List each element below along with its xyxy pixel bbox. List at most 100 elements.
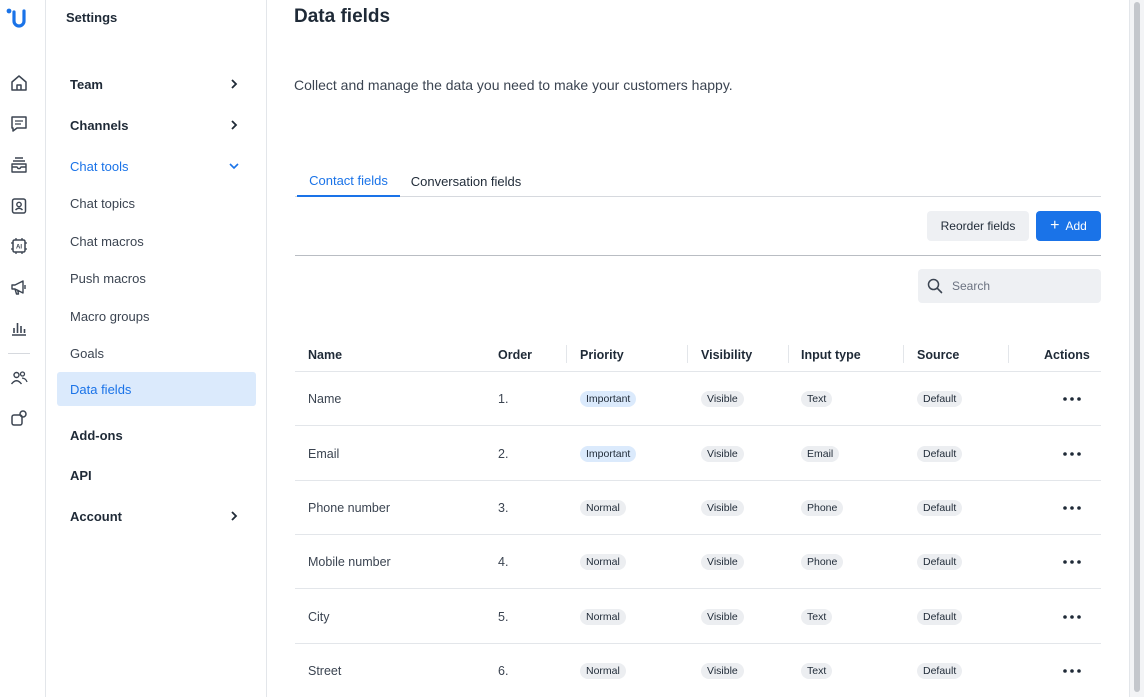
visibility-badge: Visible bbox=[701, 553, 744, 571]
table-row[interactable]: Email 2. Important Visible Email Default bbox=[295, 427, 1101, 481]
column-separator bbox=[687, 345, 688, 363]
nav-item-team[interactable]: Team bbox=[57, 67, 256, 101]
table-row[interactable]: Street 6. Normal Visible Text Default bbox=[295, 644, 1101, 697]
contacts-icon[interactable] bbox=[9, 196, 29, 216]
input-type-badge: Text bbox=[801, 390, 833, 408]
column-header-actions: Actions bbox=[1044, 348, 1090, 362]
toolbar-divider bbox=[295, 255, 1101, 256]
page-title: Data fields bbox=[294, 6, 391, 27]
vertical-scrollbar[interactable] bbox=[1129, 0, 1144, 697]
table-row[interactable]: City 5. Normal Visible Text Default bbox=[295, 590, 1101, 644]
svg-text:AI: AI bbox=[16, 245, 22, 251]
source-badge: Default bbox=[917, 608, 963, 626]
table-row[interactable]: Phone number 3. Normal Visible Phone Def… bbox=[295, 481, 1101, 535]
nav-item-push-macros[interactable]: Push macros bbox=[57, 261, 256, 295]
cell-name: Phone number bbox=[308, 501, 391, 515]
nav-item-account[interactable]: Account bbox=[57, 499, 256, 533]
source-badge: Default bbox=[917, 445, 963, 463]
column-header-source[interactable]: Source bbox=[917, 340, 959, 370]
reports-icon[interactable] bbox=[9, 318, 29, 338]
nav-item-label: Chat tools bbox=[70, 158, 129, 174]
column-header-input-type[interactable]: Input type bbox=[801, 340, 861, 370]
cell-order: 4. bbox=[498, 555, 509, 569]
cell-order: 1. bbox=[498, 392, 509, 406]
settings-title: Settings bbox=[66, 10, 118, 25]
nav-item-label: Channels bbox=[70, 117, 129, 133]
more-actions-icon[interactable] bbox=[1062, 535, 1082, 589]
table-row[interactable]: Name 1. Important Visible Text Default bbox=[295, 372, 1101, 426]
home-icon[interactable] bbox=[9, 73, 29, 93]
add-button[interactable]: + Add bbox=[1036, 211, 1101, 241]
nav-item-label: Macro groups bbox=[70, 308, 150, 324]
nav-item-label: Chat topics bbox=[70, 195, 136, 211]
main-content: Data fields Collect and manage the data … bbox=[267, 0, 1129, 697]
column-header-priority[interactable]: Priority bbox=[580, 340, 624, 370]
nav-item-chat-topics[interactable]: Chat topics bbox=[57, 186, 256, 220]
nav-item-label: API bbox=[70, 467, 92, 483]
ai-icon[interactable]: AI bbox=[9, 236, 29, 256]
nav-item-chat-tools[interactable]: Chat tools bbox=[57, 149, 256, 183]
cell-name: Street bbox=[308, 664, 342, 678]
chevron-right-icon bbox=[231, 79, 238, 89]
nav-item-goals[interactable]: Goals bbox=[57, 336, 256, 370]
more-actions-icon[interactable] bbox=[1062, 372, 1082, 426]
nav-item-api[interactable]: API bbox=[57, 458, 256, 492]
column-header-order[interactable]: Order bbox=[498, 340, 532, 370]
nav-item-label: Add-ons bbox=[70, 427, 123, 443]
input-type-badge: Phone bbox=[801, 553, 844, 571]
more-actions-icon[interactable] bbox=[1062, 427, 1082, 481]
reorder-fields-button[interactable]: Reorder fields bbox=[927, 211, 1029, 241]
tab-conversation-fields[interactable]: Conversation fields bbox=[405, 166, 527, 197]
column-header-visibility[interactable]: Visibility bbox=[701, 340, 752, 370]
nav-item-label: Team bbox=[70, 76, 103, 92]
table-header: Name Order Priority Visibility Input typ… bbox=[295, 340, 1101, 372]
search-input[interactable] bbox=[952, 279, 1092, 293]
tab-contact-fields[interactable]: Contact fields bbox=[297, 166, 400, 197]
nav-item-channels[interactable]: Channels bbox=[57, 108, 256, 142]
search-box[interactable] bbox=[918, 269, 1101, 303]
nav-item-label: Goals bbox=[70, 345, 104, 361]
app-logo-icon[interactable] bbox=[5, 6, 31, 32]
inbox-icon[interactable] bbox=[9, 155, 29, 175]
priority-badge: Normal bbox=[580, 499, 626, 517]
search-icon bbox=[927, 278, 943, 294]
settings-nav: Settings Team Channels Chat tools Chat t… bbox=[46, 0, 267, 697]
column-separator bbox=[903, 345, 904, 363]
icon-rail: AI bbox=[0, 0, 46, 697]
nav-item-add-ons[interactable]: Add-ons bbox=[57, 418, 256, 452]
more-actions-icon[interactable] bbox=[1062, 590, 1082, 644]
cell-name: Name bbox=[308, 392, 342, 406]
campaigns-icon[interactable] bbox=[9, 277, 29, 297]
nav-item-macro-groups[interactable]: Macro groups bbox=[57, 299, 256, 333]
chevron-right-icon bbox=[231, 120, 238, 130]
nav-item-data-fields[interactable]: Data fields bbox=[57, 372, 256, 406]
scrollbar-thumb[interactable] bbox=[1134, 2, 1140, 692]
cell-name: Email bbox=[308, 447, 340, 461]
integrations-icon[interactable] bbox=[9, 408, 29, 428]
source-badge: Default bbox=[917, 390, 963, 408]
column-separator bbox=[788, 345, 789, 363]
cell-order: 3. bbox=[498, 501, 509, 515]
visibility-badge: Visible bbox=[701, 608, 744, 626]
team-icon[interactable] bbox=[9, 368, 29, 388]
source-badge: Default bbox=[917, 662, 963, 680]
table-row[interactable]: Mobile number 4. Normal Visible Phone De… bbox=[295, 535, 1101, 589]
priority-badge: Important bbox=[580, 445, 637, 463]
cell-order: 6. bbox=[498, 664, 509, 678]
add-button-label: Add bbox=[1065, 219, 1087, 233]
chevron-right-icon bbox=[231, 511, 238, 521]
cell-order: 5. bbox=[498, 610, 509, 624]
priority-badge: Normal bbox=[580, 553, 626, 571]
visibility-badge: Visible bbox=[701, 499, 744, 517]
column-header-name[interactable]: Name bbox=[308, 340, 342, 370]
cell-order: 2. bbox=[498, 447, 509, 461]
more-actions-icon[interactable] bbox=[1062, 481, 1082, 535]
visibility-badge: Visible bbox=[701, 445, 744, 463]
nav-item-chat-macros[interactable]: Chat macros bbox=[57, 224, 256, 258]
priority-badge: Normal bbox=[580, 662, 626, 680]
priority-badge: Important bbox=[580, 390, 637, 408]
rail-divider bbox=[8, 353, 30, 354]
column-separator bbox=[566, 345, 567, 363]
conversations-icon[interactable] bbox=[9, 114, 29, 134]
more-actions-icon[interactable] bbox=[1062, 644, 1082, 697]
